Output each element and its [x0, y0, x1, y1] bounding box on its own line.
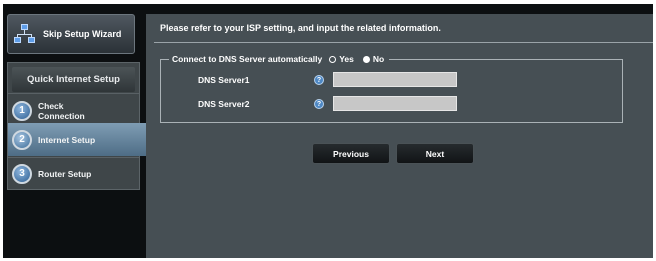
- next-button[interactable]: Next: [396, 143, 474, 164]
- radio-label-yes: Yes: [339, 54, 354, 64]
- divider: [154, 42, 653, 43]
- help-icon[interactable]: ?: [314, 75, 324, 85]
- step-number-icon: 2: [12, 129, 32, 150]
- step-number-icon: 3: [12, 163, 32, 184]
- dns-server1-input[interactable]: [333, 72, 457, 87]
- help-icon[interactable]: ?: [314, 99, 324, 109]
- setup-wizard-window: Skip Setup Wizard Quick Internet Setup 1…: [3, 4, 653, 258]
- step-label: Router Setup: [38, 168, 92, 179]
- step-label: Internet Setup: [38, 134, 96, 145]
- dns-settings-group: Connect to DNS Server automatically Yes …: [160, 54, 623, 123]
- quick-internet-setup-panel: Quick Internet Setup 1 Check Connection …: [7, 62, 154, 190]
- dns-server1-label: DNS Server1: [198, 75, 250, 85]
- dns-auto-no-radio[interactable]: [362, 55, 370, 63]
- step-label: Check Connection: [38, 100, 85, 121]
- step-internet-setup[interactable]: 2 Internet Setup: [8, 123, 154, 156]
- content-panel: Please refer to your ISP setting, and in…: [146, 14, 653, 258]
- step-number-icon: 1: [12, 100, 32, 121]
- network-topology-icon: [14, 24, 36, 44]
- dns-server2-input[interactable]: [333, 96, 457, 111]
- skip-setup-wizard-label: Skip Setup Wizard: [43, 29, 122, 39]
- step-router-setup[interactable]: 3 Router Setup: [8, 157, 139, 190]
- skip-setup-wizard-button[interactable]: Skip Setup Wizard: [7, 14, 135, 54]
- dns-server2-label: DNS Server2: [198, 99, 250, 109]
- panel-title: Quick Internet Setup: [12, 67, 135, 92]
- radio-label-no: No: [372, 54, 385, 64]
- dns-auto-yes-radio[interactable]: [329, 55, 337, 63]
- instruction-text: Please refer to your ISP setting, and in…: [160, 23, 441, 33]
- previous-button[interactable]: Previous: [312, 143, 390, 164]
- dns-auto-label: Connect to DNS Server automatically: [172, 54, 323, 64]
- dns-auto-legend: Connect to DNS Server automatically Yes …: [169, 54, 390, 64]
